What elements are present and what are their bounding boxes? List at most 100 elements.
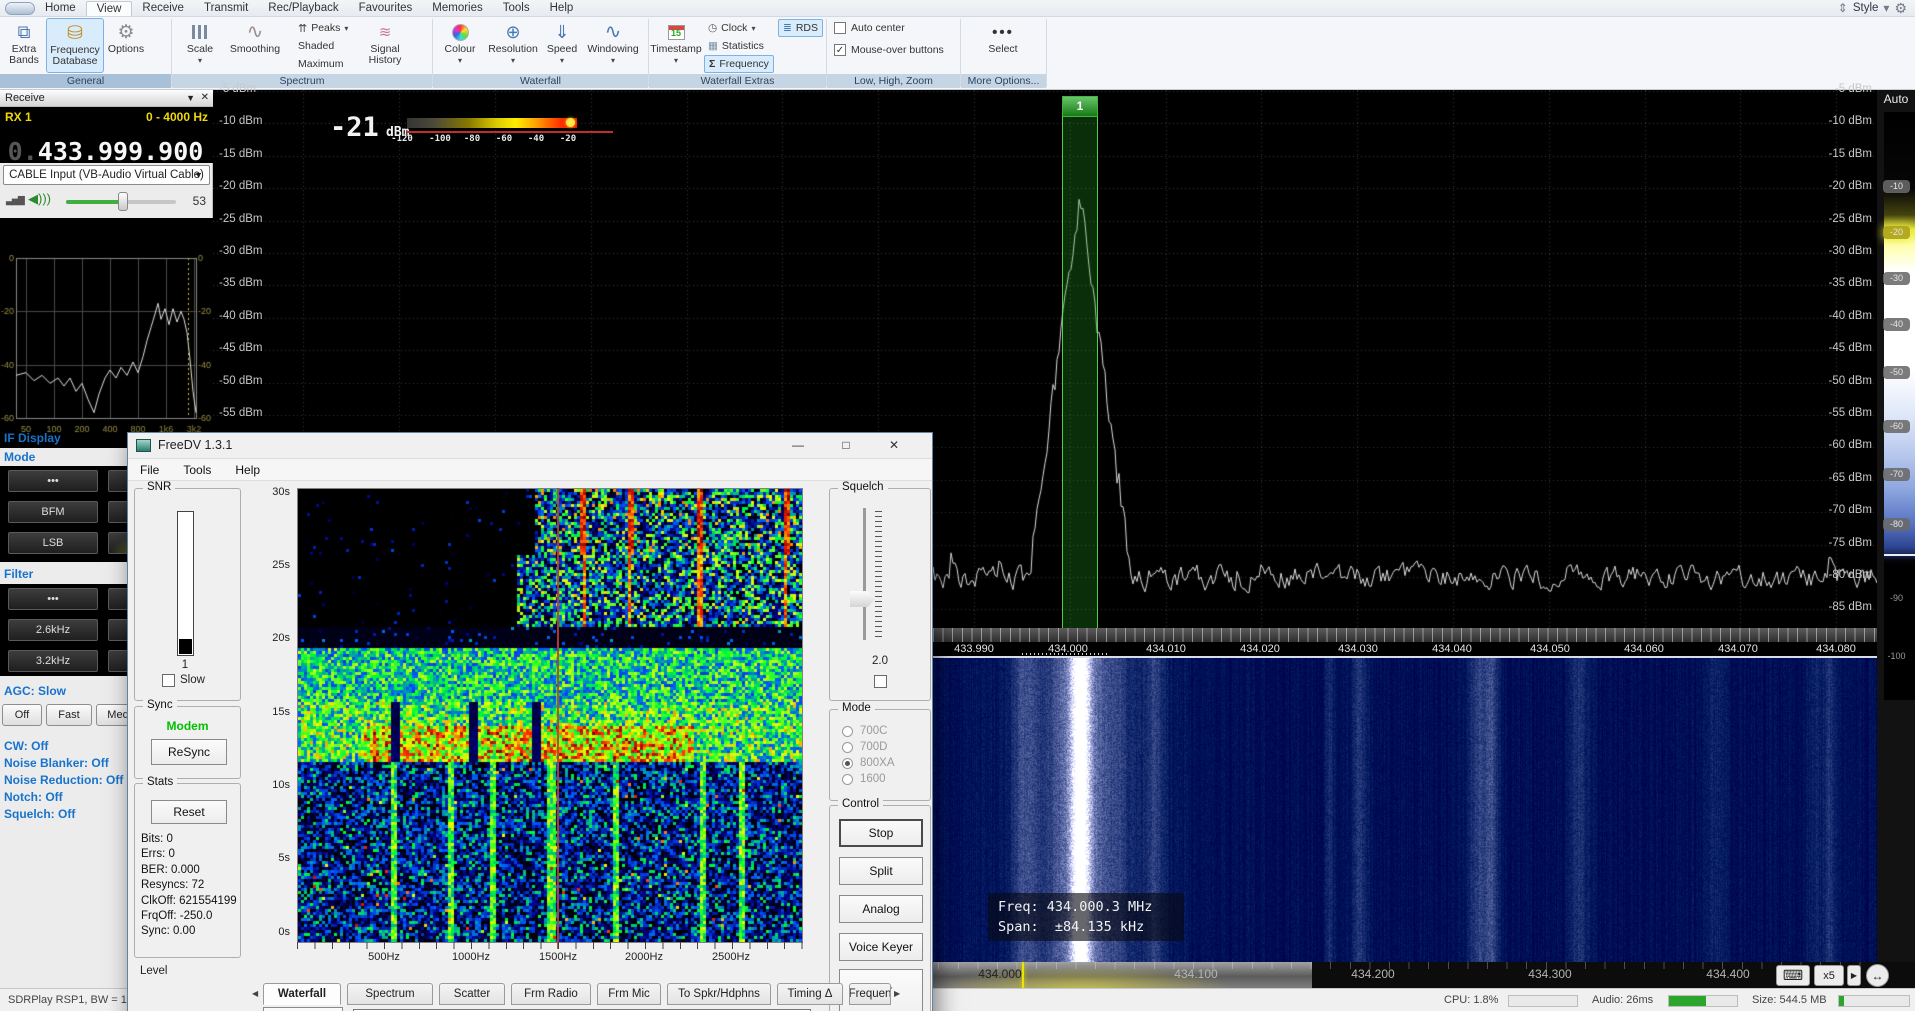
snr-slow-checkbox[interactable] bbox=[162, 674, 175, 687]
ribbon-tab-transmit[interactable]: Transmit bbox=[194, 1, 258, 15]
contrast-gradient-bar[interactable] bbox=[1884, 112, 1915, 700]
filter-more-button[interactable]: ••• bbox=[8, 588, 98, 610]
windowing-button[interactable]: ∿ Windowing ▾ bbox=[584, 18, 642, 73]
extra-bands-button[interactable]: ⧉ Extra Bands bbox=[4, 18, 44, 73]
app-menu-button[interactable] bbox=[5, 2, 35, 15]
pan-button[interactable]: ↔ bbox=[1866, 964, 1889, 987]
scale-button[interactable]: Scale ▾ bbox=[178, 18, 222, 73]
radio-700d[interactable] bbox=[842, 742, 853, 753]
frequency-button[interactable]: Σ Frequency bbox=[704, 55, 774, 73]
tab-frequency[interactable]: Frequen bbox=[849, 983, 891, 1005]
ribbon-tab-help[interactable]: Help bbox=[540, 1, 584, 15]
squelch-slider-track[interactable] bbox=[863, 508, 866, 640]
ribbon-tab-view[interactable]: View bbox=[86, 1, 133, 16]
resolution-button[interactable]: ⊕ Resolution ▾ bbox=[486, 18, 540, 73]
reset-button[interactable]: Reset bbox=[151, 800, 227, 824]
scale-right-arrow-button[interactable]: ▶ bbox=[1847, 965, 1861, 986]
split-button[interactable]: Split bbox=[839, 857, 923, 885]
style-menu[interactable]: Style bbox=[1853, 2, 1879, 14]
statistics-button[interactable]: ▦ Statistics bbox=[704, 37, 768, 55]
select-button[interactable]: ••• Select bbox=[975, 18, 1031, 73]
stop-button[interactable]: Stop bbox=[839, 819, 923, 847]
rds-button[interactable]: ≣ RDS bbox=[778, 19, 823, 37]
shaded-button[interactable]: Shaded bbox=[294, 37, 338, 55]
agc-label[interactable]: AGC: Slow bbox=[4, 684, 66, 698]
maximize-button[interactable]: □ bbox=[831, 435, 861, 456]
peaks-button[interactable]: ⇈ Peaks ▾ bbox=[294, 19, 352, 37]
ribbon-tab-memories[interactable]: Memories bbox=[422, 1, 492, 15]
speaker-icon[interactable]: ◀))) bbox=[28, 191, 51, 207]
colour-button[interactable]: Colour ▾ bbox=[438, 18, 482, 73]
db-axis-label-right: -55 dBm bbox=[1792, 407, 1872, 419]
tab-timing-delta[interactable]: Timing Δ bbox=[777, 983, 843, 1005]
maximum-button[interactable]: Maximum bbox=[294, 55, 348, 73]
analog-button[interactable]: Analog bbox=[839, 895, 923, 923]
mixer-icon[interactable]: ▃▅▇ bbox=[6, 195, 24, 206]
timestamp-button[interactable]: 15 Timestamp ▾ bbox=[652, 18, 700, 73]
radio-1600[interactable] bbox=[842, 774, 853, 785]
ribbon-tab-home[interactable]: Home bbox=[35, 1, 86, 15]
tab-spectrum[interactable]: Spectrum bbox=[347, 983, 433, 1005]
menu-help[interactable]: Help bbox=[223, 463, 272, 477]
ribbon-tab-rec-playback[interactable]: Rec/Playback bbox=[258, 1, 348, 15]
clear-button[interactable]: Clear bbox=[263, 1007, 343, 1011]
tabs-scroll-left-icon[interactable]: ◀ bbox=[252, 989, 258, 998]
mode-more-button[interactable]: ••• bbox=[8, 470, 98, 492]
freedv-title-bar[interactable]: FreeDV 1.3.1 — □ ✕ bbox=[128, 433, 932, 459]
mouse-over-buttons-checkbox[interactable]: ✓ Mouse-over buttons bbox=[834, 44, 944, 56]
ribbon-tab-receive[interactable]: Receive bbox=[132, 1, 194, 15]
style-spinner-icon[interactable]: ⇕ bbox=[1838, 1, 1848, 15]
right-scale-label: -90 bbox=[1883, 592, 1910, 605]
gear-icon[interactable]: ⚙ bbox=[1894, 0, 1907, 17]
tab-scatter[interactable]: Scatter bbox=[439, 983, 505, 1005]
statistics-label: Statistics bbox=[722, 40, 764, 52]
speed-button[interactable]: ⇓ Speed ▾ bbox=[542, 18, 582, 73]
squelch-enable-checkbox[interactable] bbox=[874, 675, 887, 688]
mode-bfm-button[interactable]: BFM bbox=[8, 501, 98, 523]
collapse-icon[interactable]: ▼ bbox=[186, 90, 195, 106]
tabs-scroll-right-icon[interactable]: ▶ bbox=[894, 989, 900, 998]
freedv-tune-cursor[interactable] bbox=[557, 488, 559, 949]
clock-button[interactable]: ◷ Clock ▾ bbox=[704, 19, 759, 37]
tab-frm-radio[interactable]: Frm Radio bbox=[511, 983, 591, 1005]
close-icon[interactable]: ✕ bbox=[201, 90, 209, 106]
radio-800xa[interactable] bbox=[842, 758, 853, 769]
agc-off-button[interactable]: Off bbox=[2, 704, 42, 726]
db-axis-label-right: -50 dBm bbox=[1792, 375, 1872, 387]
frequency-database-button[interactable]: ⛁ Frequency Database bbox=[46, 18, 104, 73]
audio-device-select[interactable]: CABLE Input (VB-Audio Virtual Cable) ▼ bbox=[3, 165, 210, 185]
frequency-value: 433.999.900 bbox=[38, 137, 204, 166]
agc-fast-button[interactable]: Fast bbox=[46, 704, 92, 726]
signal-history-button[interactable]: ≋ Signal History bbox=[360, 18, 410, 73]
radio-700c[interactable] bbox=[842, 726, 853, 737]
menu-file[interactable]: File bbox=[128, 463, 171, 477]
tab-to-spkr-hdphns[interactable]: To Spkr/Hdphns bbox=[667, 983, 771, 1005]
receive-panel-header[interactable]: Receive ▼ ✕ bbox=[0, 90, 213, 107]
auto-range-button[interactable]: Auto bbox=[1877, 92, 1915, 106]
freedv-waterfall[interactable] bbox=[297, 488, 803, 943]
contrast-threshold-line[interactable] bbox=[1884, 554, 1915, 556]
tab-frm-mic[interactable]: Frm Mic bbox=[597, 983, 661, 1005]
voice-keyer-button[interactable]: Voice Keyer bbox=[839, 933, 923, 961]
rx-marker-flag[interactable]: 1 bbox=[1062, 96, 1098, 117]
options-button[interactable]: ⚙ Options bbox=[106, 18, 146, 73]
resync-button[interactable]: ReSync bbox=[151, 739, 227, 765]
mode-lsb-button[interactable]: LSB bbox=[8, 532, 98, 554]
keyboard-entry-button[interactable]: ⌨ bbox=[1776, 965, 1810, 986]
tuned-frequency-display[interactable]: 0.433.999.900 bbox=[0, 137, 211, 166]
filter-2_6khz-button[interactable]: 2.6kHz bbox=[8, 619, 98, 641]
signal-history-label: Signal History bbox=[360, 44, 410, 66]
tab-waterfall[interactable]: Waterfall bbox=[263, 983, 341, 1005]
minimize-button[interactable]: — bbox=[783, 435, 813, 456]
ribbon-tab-tools[interactable]: Tools bbox=[493, 1, 540, 15]
auto-center-checkbox[interactable]: Auto center bbox=[834, 22, 905, 34]
volume-slider-handle[interactable] bbox=[118, 192, 128, 211]
ribbon-tab-favourites[interactable]: Favourites bbox=[349, 1, 423, 15]
if-display-label[interactable]: IF Display bbox=[4, 431, 61, 445]
filter-3_2khz-button[interactable]: 3.2kHz bbox=[8, 650, 98, 672]
zoom-factor-button[interactable]: x5 bbox=[1814, 965, 1844, 986]
close-button[interactable]: ✕ bbox=[879, 435, 909, 456]
smoothing-button[interactable]: ∿ Smoothing bbox=[226, 18, 284, 73]
rx-passband-region[interactable] bbox=[1062, 96, 1098, 642]
menu-tools[interactable]: Tools bbox=[171, 463, 223, 477]
